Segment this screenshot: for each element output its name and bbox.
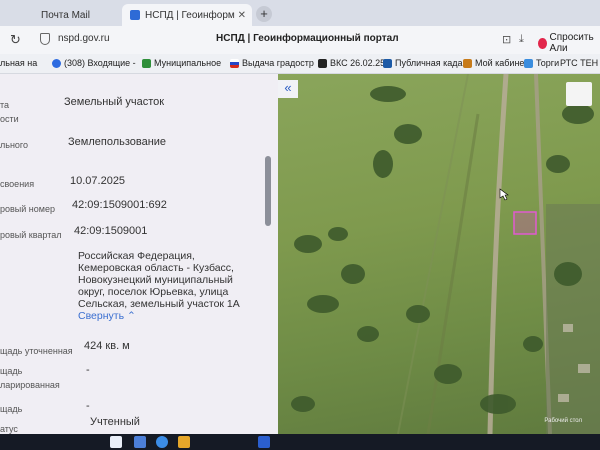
collapse-panel-button[interactable]: «: [278, 80, 298, 98]
alice-button[interactable]: Спросить Али: [538, 32, 600, 54]
map-tools-panel[interactable]: [566, 82, 592, 106]
tab-nspd[interactable]: НСПД | Геоинформ ✕: [122, 4, 252, 26]
bookmark-item[interactable]: РТС ТЕН: [560, 58, 598, 68]
bookmark-item[interactable]: ВКС 26.02.25: [318, 58, 385, 68]
cabinet-icon: [463, 58, 472, 68]
nspd-favicon-icon: [130, 10, 140, 20]
page-title: НСПД | Геоинформационный портал: [216, 33, 399, 44]
map-icon: [383, 58, 392, 68]
collapse-address-link[interactable]: Свернуть: [78, 310, 124, 322]
download-icon[interactable]: ⤓: [519, 33, 524, 46]
field-label: ости: [0, 114, 19, 124]
url-text[interactable]: nspd.gov.ru: [58, 33, 110, 44]
satellite-map[interactable]: « Рабочий стол: [278, 74, 600, 434]
tab-strip: Почта Mail НСПД | Геоинформ ✕ +: [0, 0, 600, 26]
field-label: ларированная: [0, 380, 60, 390]
tab-mail-label: Почта Mail: [41, 9, 90, 21]
field-label: своения: [0, 179, 35, 189]
status-value: Учтенный: [90, 416, 140, 428]
field-label: щадь: [0, 366, 23, 376]
map-overlay-label: Рабочий стол: [544, 418, 582, 424]
field-label: щадь уточненная: [0, 346, 73, 356]
cursor-icon: [499, 188, 509, 201]
area-value: -: [86, 400, 90, 412]
bookmark-item[interactable]: Муниципальное: [142, 58, 221, 68]
object-type-value: Земельный участок: [64, 96, 165, 108]
address-value: Российская Федерация, Кемеровская област…: [78, 250, 240, 322]
tab-mail[interactable]: Почта Mail: [18, 4, 113, 26]
land-use-value: Землепользование: [68, 136, 167, 148]
field-label: та: [0, 100, 10, 110]
cadastral-number-value[interactable]: 42:09:1509001:692: [72, 199, 167, 211]
close-tab-icon[interactable]: ✕: [238, 10, 246, 21]
object-info-panel: та Земельный участок ости льного Землепо…: [0, 74, 278, 434]
flag-icon: [230, 58, 239, 68]
reload-icon[interactable]: ↻: [10, 32, 21, 48]
alice-label: Спросить Али: [549, 32, 594, 54]
browser-icon[interactable]: [156, 436, 168, 448]
field-label: ровый квартал: [0, 230, 62, 240]
bookmark-item[interactable]: льная на: [0, 58, 37, 68]
assignment-date-value: 10.07.2025: [70, 175, 126, 187]
video-call-icon: [318, 58, 327, 68]
satellite-imagery: [291, 74, 600, 434]
folder-icon[interactable]: [178, 436, 190, 448]
double-chevron-left-icon: «: [284, 80, 292, 95]
area-specified-value: 424 кв. м: [84, 340, 130, 352]
cadastral-block-value[interactable]: 42:09:1509001: [74, 225, 147, 237]
area-declared-value: -: [86, 364, 90, 376]
task-view-icon[interactable]: [134, 436, 146, 448]
bookmark-item[interactable]: Выдача градостр: [230, 58, 314, 68]
new-tab-button[interactable]: +: [256, 6, 272, 22]
bookmark-item[interactable]: Мой кабинет: [463, 58, 528, 68]
field-label: ровый номер: [0, 204, 55, 214]
parcel-outline[interactable]: [513, 211, 537, 235]
mail-icon: [52, 58, 61, 68]
bookmark-item[interactable]: (308) Входящие -: [52, 58, 136, 68]
bookmark-icon[interactable]: ⊡: [502, 33, 511, 46]
field-label: атус: [0, 424, 18, 434]
word-icon[interactable]: [258, 436, 270, 448]
auction-icon: [524, 58, 533, 68]
alice-icon: [538, 37, 547, 49]
emblem-icon: [142, 58, 151, 68]
bookmarks-bar: льная на (308) Входящие - Муниципальное …: [0, 54, 600, 74]
field-label: щадь: [0, 404, 23, 414]
start-icon[interactable]: [110, 436, 122, 448]
field-label: льного: [0, 140, 29, 150]
shield-icon[interactable]: [40, 33, 50, 45]
bookmark-item[interactable]: Публичная када: [383, 58, 463, 68]
os-taskbar: [0, 434, 600, 450]
panel-scroll-thumb[interactable]: [265, 156, 271, 226]
address-bar: ↻ nspd.gov.ru НСПД | Геоинформационный п…: [0, 26, 600, 54]
tab-nspd-label: НСПД | Геоинформ: [145, 9, 235, 21]
chevron-up-icon[interactable]: ⌃: [127, 310, 136, 322]
bookmark-item[interactable]: Торги: [524, 58, 559, 68]
